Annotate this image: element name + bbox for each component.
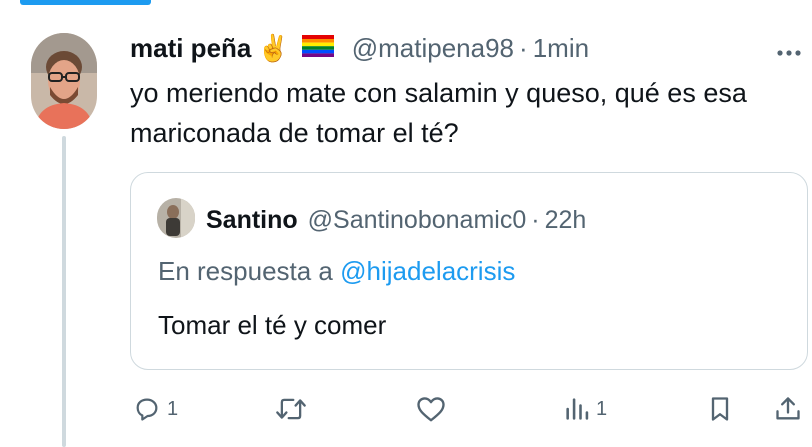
bookmark-button[interactable] [707, 394, 733, 424]
avatar[interactable] [31, 33, 97, 129]
like-button[interactable] [416, 394, 446, 424]
display-name[interactable]: mati peña [130, 33, 251, 64]
heart-icon [416, 395, 446, 423]
victory-hand-emoji: ✌️ [257, 32, 290, 63]
timestamp[interactable]: 1min [533, 33, 589, 64]
rainbow-flag-icon [301, 34, 334, 62]
tweet-text: yo meriendo mate con salamin y queso, qu… [130, 78, 747, 148]
reply-button[interactable]: 1 [133, 394, 178, 424]
separator: · [519, 32, 528, 63]
quote-separator: · [531, 205, 540, 234]
quote-text: Tomar el té y comer [158, 310, 387, 340]
handle[interactable]: @matipena98 [352, 33, 514, 64]
share-icon [774, 395, 802, 423]
quote-display-name: Santino [206, 205, 298, 234]
tweet-header: mati peña ✌️ @matipena98 · 1min [130, 30, 589, 66]
reply-prefix: En respuesta a [158, 256, 333, 286]
more-icon[interactable] [776, 44, 802, 62]
reply-icon [133, 395, 161, 423]
quote-header: Santino @Santinobonamic0 · 22h [206, 202, 586, 238]
quote-reply-context: En respuesta a @hijadelacrisis [158, 256, 515, 287]
thread-line [62, 136, 66, 447]
retweet-button[interactable] [275, 394, 307, 424]
quote-timestamp: 22h [544, 205, 587, 234]
share-button[interactable] [774, 394, 802, 424]
retweet-icon [275, 395, 307, 423]
views-count: 1 [596, 397, 608, 420]
quote-handle: @Santinobonamic0 [307, 205, 527, 234]
bookmark-icon [707, 395, 733, 423]
reply-count: 1 [167, 397, 179, 420]
analytics-icon [564, 395, 590, 423]
views-button[interactable]: 1 [564, 394, 607, 424]
quote-avatar [157, 198, 195, 238]
reply-mention-link[interactable]: @hijadelacrisis [340, 256, 515, 286]
active-tab-indicator [20, 0, 151, 5]
